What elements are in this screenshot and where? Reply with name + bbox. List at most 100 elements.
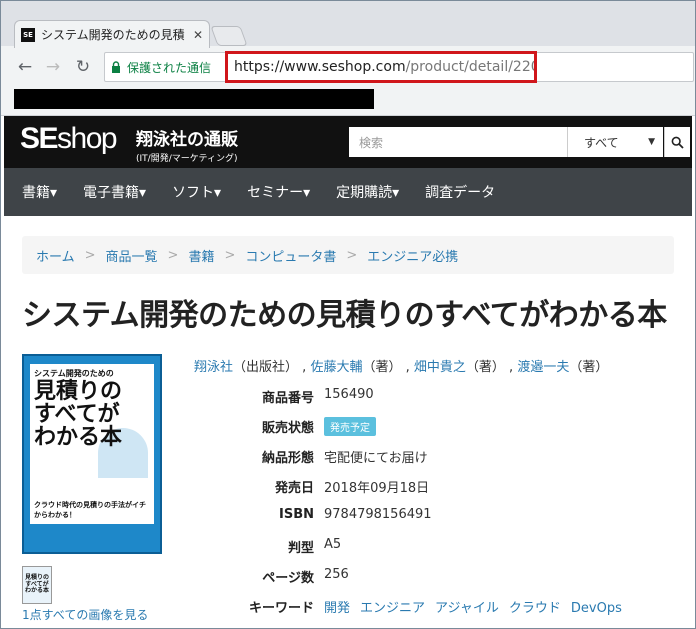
lock-icon — [112, 61, 120, 73]
breadcrumb-separator: > — [346, 247, 358, 263]
search-icon — [671, 136, 684, 149]
nav-item-seminars[interactable]: セミナー▾ — [247, 182, 310, 202]
nav-item-subscriptions[interactable]: 定期購読▾ — [336, 182, 399, 202]
logo-se: SE — [20, 122, 59, 155]
new-tab-button[interactable] — [210, 26, 248, 46]
detail-row-pages: ページ数 256 — [194, 562, 674, 592]
author-role: （著） — [569, 360, 609, 375]
seshop-logo[interactable]: SEshop — [20, 122, 118, 156]
keyword-link[interactable]: DevOps — [571, 601, 622, 616]
keyword-link[interactable]: 開発 — [324, 601, 350, 616]
publisher-link[interactable]: 翔泳社 — [194, 360, 233, 375]
book-cover-image[interactable]: システム開発のための 見積りの すべてが わかる本 クラウド時代の見積りの手法が… — [22, 354, 162, 554]
detail-label: ISBN — [279, 507, 314, 522]
detail-label: 販売状態 — [261, 421, 314, 436]
detail-row-keywords: キーワード 開発 エンジニア アジャイル クラウド DevOps — [194, 592, 674, 622]
detail-value: 宅配便にてお届け — [324, 451, 428, 466]
detail-label: キーワード — [248, 601, 314, 616]
author-role: （著） — [362, 360, 402, 375]
detail-row-status: 販売状態 発売予定 — [194, 412, 674, 442]
cover-panel: システム開発のための 見積りの すべてが わかる本 クラウド時代の見積りの手法が… — [30, 364, 154, 546]
breadcrumb-computer-books[interactable]: コンピュータ書 — [245, 246, 336, 265]
detail-row-release: 発売日 2018年09月18日 — [194, 472, 674, 502]
search-button[interactable] — [664, 127, 690, 157]
cover-title-line: すべてが — [34, 402, 120, 428]
detail-value: 発売予定 — [324, 417, 376, 436]
search-scope-value: すべて — [584, 135, 619, 150]
breadcrumb: ホーム > 商品一覧 > 書籍 > コンピュータ書 > エンジニア必携 — [22, 236, 674, 274]
redaction-bar — [14, 89, 374, 109]
breadcrumb-books[interactable]: 書籍 — [188, 246, 214, 265]
product-title: システム開発のための見積りのすべてがわかる本 — [22, 298, 667, 333]
breadcrumb-home[interactable]: ホーム — [36, 246, 75, 265]
detail-label: 納品形態 — [261, 451, 314, 466]
detail-row-size: 判型 A5 — [194, 532, 674, 562]
back-arrow-icon[interactable]: ← — [14, 56, 36, 78]
nav-item-books[interactable]: 書籍▾ — [22, 182, 57, 202]
cover-title: 見積りの すべてが わかる本 — [34, 380, 122, 449]
breadcrumb-separator: > — [224, 247, 236, 263]
cover-thumbnail[interactable]: 見積りのすべてがわかる本 — [22, 566, 52, 604]
url-path: /product/detail/22008 — [405, 59, 534, 75]
browser-chrome: SE システム開発のための見積り ✕ ← → ↻ 保護された通信 https:/… — [0, 0, 696, 116]
reload-icon[interactable]: ↻ — [72, 56, 94, 78]
detail-label: ページ数 — [262, 571, 314, 586]
tagline-sub: (IT/開発/マーケティング) — [136, 154, 238, 164]
author-link[interactable]: 佐藤大輔 — [310, 360, 362, 375]
url-host: https://www.seshop.com — [234, 59, 406, 75]
search-scope-select[interactable]: すべて ▼ — [567, 127, 663, 157]
author-separator: , — [405, 360, 414, 375]
cover-tagline: クラウド時代の見積りの手法がイチからわかる！ — [34, 501, 146, 519]
cover-subtitle: システム開発のための — [34, 369, 114, 378]
breadcrumb-products[interactable]: 商品一覧 — [106, 246, 158, 265]
site-tagline: 翔泳社の通販 (IT/開発/マーケティング) — [136, 125, 238, 164]
tagline-main: 翔泳社の通販 — [136, 130, 238, 150]
close-icon[interactable]: ✕ — [193, 28, 203, 42]
keyword-link[interactable]: エンジニア — [360, 601, 425, 616]
breadcrumb-separator: > — [167, 247, 179, 263]
detail-value: A5 — [324, 537, 342, 552]
secure-indicator[interactable]: 保護された通信 — [111, 59, 211, 76]
detail-label: 商品番号 — [261, 391, 314, 406]
browser-toolbar: ← → ↻ 保護された通信 https://www.seshop.com/pro… — [0, 48, 696, 86]
detail-value: 156490 — [324, 387, 374, 402]
keyword-link[interactable]: クラウド — [509, 601, 561, 616]
main-nav: 書籍▾ 電子書籍▾ ソフト▾ セミナー▾ 定期購読▾ 調査データ — [4, 168, 692, 216]
detail-row-item-no: 商品番号 156490 — [194, 382, 674, 412]
detail-label: 判型 — [287, 541, 314, 556]
author-list: 翔泳社（出版社） , 佐藤大輔（著） , 畑中貴之（著） , 渡邉一夫（著） — [194, 356, 608, 375]
breadcrumb-separator: > — [84, 247, 96, 263]
nav-item-research-data[interactable]: 調査データ — [425, 182, 495, 202]
nav-item-software[interactable]: ソフト▾ — [172, 182, 221, 202]
browser-tab[interactable]: SE システム開発のための見積り ✕ — [14, 20, 210, 48]
author-link[interactable]: 畑中貴之 — [414, 360, 466, 375]
forward-arrow-icon[interactable]: → — [42, 56, 64, 78]
url-highlight[interactable]: https://www.seshop.com/product/detail/22… — [225, 51, 537, 83]
product-details: 商品番号 156490 販売状態 発売予定 納品形態 宅配便にてお届け 発売日 … — [194, 382, 674, 622]
cover-title-line: わかる本 — [34, 425, 123, 451]
author-role: （著） — [465, 360, 505, 375]
detail-row-delivery: 納品形態 宅配便にてお届け — [194, 442, 674, 472]
detail-value: 256 — [324, 567, 349, 582]
author-link[interactable]: 渡邉一夫 — [517, 360, 569, 375]
detail-row-isbn: ISBN 9784798156491 — [194, 502, 674, 532]
view-all-images-link[interactable]: 1点すべての画像を見る — [22, 606, 148, 623]
tab-strip: SE システム開発のための見積り ✕ — [0, 0, 696, 48]
favicon-icon: SE — [21, 27, 35, 42]
detail-value: 2018年09月18日 — [324, 481, 430, 496]
address-bar[interactable]: 保護された通信 https://www.seshop.com/product/d… — [104, 51, 694, 83]
tab-title: システム開発のための見積り — [41, 28, 187, 42]
keyword-link[interactable]: アジャイル — [435, 601, 499, 616]
cover-title-line: 見積りの — [34, 379, 123, 404]
search-input[interactable]: 検索 — [349, 127, 567, 157]
detail-value: 9784798156491 — [324, 507, 432, 522]
site-header: SEshop 翔泳社の通販 (IT/開発/マーケティング) 検索 すべて ▼ — [4, 116, 692, 168]
detail-value: 開発 エンジニア アジャイル クラウド DevOps — [324, 597, 632, 616]
publisher-role: （出版社） — [233, 360, 299, 375]
logo-shop: shop — [57, 122, 118, 155]
detail-label: 発売日 — [274, 481, 314, 496]
nav-item-ebooks[interactable]: 電子書籍▾ — [83, 182, 146, 202]
status-badge: 発売予定 — [324, 417, 376, 436]
caret-down-icon: ▼ — [648, 137, 655, 147]
breadcrumb-engineer[interactable]: エンジニア必携 — [367, 246, 458, 265]
